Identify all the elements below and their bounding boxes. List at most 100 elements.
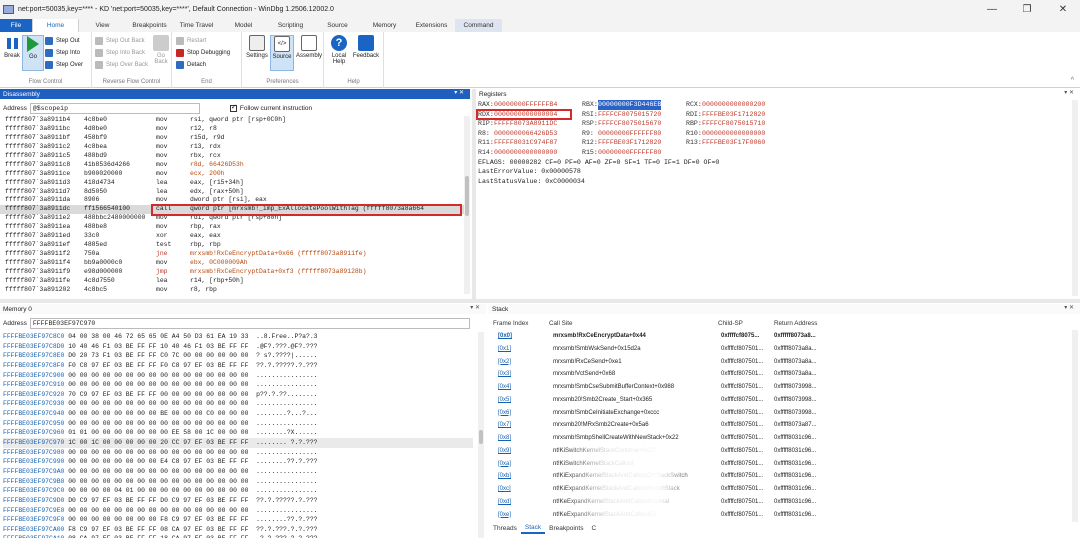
register-value[interactable]: 00000000FFFFFF80	[598, 148, 661, 158]
memory-row[interactable]: FFFFBE03EF97C900 00 00 00 00 00 00 00 00…	[3, 371, 473, 381]
frame-index-link[interactable]: [0x1]	[498, 343, 511, 356]
stack-frame-row[interactable]: [0x0] mrxsmb!RxCeEncryptData+0x44 0xffffcf…	[489, 330, 1069, 343]
disassembly-line[interactable]: fffff807`3a8911f9 e98d000000 jmp mrxsmb!RxC…	[0, 268, 470, 277]
restart-button[interactable]: Restart	[176, 35, 206, 46]
stack-frame-row[interactable]: [0x6] mrxsmb!SmbCeInitiateExchange+0xccc 0…	[489, 407, 1069, 420]
memory-row[interactable]: FFFFBE03EF97C960 01 01 00 00 00 00 00 00…	[3, 428, 473, 438]
memory-row[interactable]: FFFFBE03EF97C9C0 00 00 00 00 04 01 00 00…	[3, 486, 473, 496]
disassembly-address-input[interactable]: @$scopeip	[29, 102, 200, 114]
memory-row[interactable]: FFFFBE03EF97C980 00 00 00 00 00 00 00 00…	[3, 448, 473, 458]
frame-index-link[interactable]: [0xd]	[498, 496, 511, 509]
minimize-icon[interactable]: —	[975, 0, 1009, 19]
stack-frame-row[interactable]: [0x4] mrxsmb!SmbCseSubmitBufferContext+0x…	[489, 381, 1069, 394]
frame-index-link[interactable]: [0xb]	[498, 470, 511, 483]
memory-panel-header[interactable]: Memory 0 ▾ ✕	[0, 304, 486, 314]
menu-tab-home[interactable]: Home	[32, 19, 79, 32]
memory-row[interactable]: FFFFBE03EF97C920 70 C9 97 EF 03 BE FF FF…	[3, 390, 473, 400]
memory-row[interactable]: FFFFBE03EF97C940 00 00 00 00 00 00 00 00…	[3, 409, 473, 419]
disassembly-line[interactable]: fffff807`3a8911d7 8d5050 lea edx, [rax+50h]	[0, 188, 470, 197]
stack-panel-header[interactable]: Stack ▾ ✕	[489, 304, 1080, 314]
frame-index-link[interactable]: [0x6]	[498, 407, 511, 420]
register-value[interactable]: FFFFCF8075015720	[598, 110, 661, 120]
menu-tab-source[interactable]: Source	[314, 19, 361, 32]
stack-frame-row[interactable]: [0x3] mrxsmb!VctSend+0x68 0xffffcf807501..…	[489, 368, 1069, 381]
frame-index-link[interactable]: [0xa]	[498, 458, 511, 471]
stack-frame-row[interactable]: [0x2] mrxsmb!RxCeSend+0xe1 0xffffcf807501.…	[489, 356, 1069, 369]
memory-row[interactable]: FFFFBE03EF97C9E0 00 00 00 00 00 00 00 00…	[3, 506, 473, 516]
vertical-splitter[interactable]	[472, 89, 476, 299]
go-button[interactable]: Go	[22, 35, 44, 71]
memory-row[interactable]: FFFFBE03EF97C970 1C 00 1C 00 00 00 00 00…	[3, 438, 473, 448]
settings-button[interactable]: Settings	[245, 35, 269, 71]
register-value[interactable]: 0000000000000200	[702, 100, 765, 110]
memory-row[interactable]: FFFFBE03EF97C8C0 04 00 38 00 46 72 65 65…	[3, 332, 473, 342]
call-site-header[interactable]: Call Site	[549, 320, 572, 327]
disassembly-line[interactable]: fffff807`3a8911ed 33c0 xor eax, eax	[0, 232, 470, 241]
register-value[interactable]: FFFFBE03F1712820	[702, 110, 765, 120]
memory-row[interactable]: FFFFBE03EF97C8E0 D0 20 73 F1 03 BE FF FF…	[3, 351, 473, 361]
memory-row[interactable]: FFFFBE03EF97C8D0 10 40 46 F1 03 BE FF FF…	[3, 342, 473, 352]
memory-row[interactable]: FFFFBE03EF97C9D0 D0 C9 97 EF 03 BE FF FF…	[3, 496, 473, 506]
frame-index-link[interactable]: [0xe]	[498, 509, 511, 522]
step-into-back-button[interactable]: Step Into Back	[95, 47, 145, 58]
step-over-back-button[interactable]: Step Over Back	[95, 59, 148, 70]
memory-row[interactable]: FFFFBE03EF97C910 00 00 00 00 00 00 00 00…	[3, 380, 473, 390]
memory-row[interactable]: FFFFBE03EF97C8F0 F0 C8 97 EF 03 BE FF FF…	[3, 361, 473, 371]
frame-index-link[interactable]: [0x8]	[498, 432, 511, 445]
collapse-ribbon-icon[interactable]: ^	[1071, 77, 1074, 84]
disassembly-panel-header[interactable]: Disassembly ▾ ✕	[0, 89, 470, 99]
registers-scrollbar[interactable]	[1072, 100, 1078, 296]
menu-tab-file[interactable]: File	[0, 19, 32, 32]
stack-frame-row[interactable]: [0x7] mrxsmb20!MRxSmb2Create+0x5a6 0xffffc…	[489, 419, 1069, 432]
disassembly-line[interactable]: fffff807`3a8911d3 418d4734 lea eax, [r15+34…	[0, 179, 470, 188]
memory-row[interactable]: FFFFBE03EF97C9B0 00 00 00 00 00 00 00 00…	[3, 477, 473, 487]
memory-scrollbar[interactable]	[478, 332, 484, 538]
memory-row[interactable]: FFFFBE03EF97C950 00 00 00 00 00 00 00 00…	[3, 419, 473, 429]
disassembly-line[interactable]: fffff807`3a8911f2 750a jne mrxsmb!RxCeEncry…	[0, 250, 470, 259]
frame-index-link[interactable]: [0x7]	[498, 419, 511, 432]
frame-index-link[interactable]: [0x5]	[498, 394, 511, 407]
memory-address-input[interactable]: FFFFBE03EF97C970	[29, 317, 470, 329]
menu-tab-breakpoints[interactable]: Breakpoints	[126, 19, 173, 32]
detach-button[interactable]: Detach	[176, 59, 206, 70]
step-over-button[interactable]: Step Over	[45, 59, 83, 70]
disassembly-line[interactable]: fffff807`3a8911b4 4c8be0 mov rsi, qword ptr…	[0, 116, 470, 125]
memory-row[interactable]: FFFFBE03EF97C990 00 00 00 00 00 00 00 00…	[3, 457, 473, 467]
menu-tab-extensions[interactable]: Extensions	[408, 19, 455, 32]
menu-tab-view[interactable]: View	[79, 19, 126, 32]
menu-tab-model[interactable]: Model	[220, 19, 267, 32]
memory-panel-buttons[interactable]: ▾ ✕	[470, 304, 480, 311]
register-value[interactable]: FFFFF8073A8911DC	[494, 119, 557, 129]
disassembly-line[interactable]: fffff807`3a8911c2 4c8bea mov r13, rdx	[0, 143, 470, 152]
tab-stack[interactable]: Stack	[520, 522, 546, 534]
register-value[interactable]: FFFFF8031C974F87	[494, 138, 557, 148]
frame-index-link[interactable]: [0x2]	[498, 356, 511, 369]
register-value[interactable]: 00000000FFFFFF80	[598, 129, 661, 139]
register-value[interactable]: FFFFCF8075015670	[598, 119, 661, 129]
register-value[interactable]: FFFFBE03F1712820	[598, 138, 661, 148]
disassembly-line[interactable]: fffff807`3a8911c8 41b8536d4266 mov r8d, 664…	[0, 161, 470, 170]
menu-tab-time-travel[interactable]: Time Travel	[173, 19, 220, 32]
register-value[interactable]: FFFFCF8075015710	[702, 119, 765, 129]
stop-debugging-button[interactable]: Stop Debugging	[176, 47, 230, 58]
registers-panel-buttons[interactable]: ▾ ✕	[1064, 89, 1074, 96]
disassembly-panel-buttons[interactable]: ▾ ✕	[454, 89, 464, 96]
source-mode-button[interactable]: </> Source	[270, 35, 294, 71]
memory-row[interactable]: FFFFBE03EF97C9A0 00 00 00 00 00 00 00 00…	[3, 467, 473, 477]
registers-panel-header[interactable]: Registers ▾ ✕	[476, 89, 1080, 99]
register-value[interactable]: FFFFBE03F17F0060	[702, 138, 765, 148]
tab-c[interactable]: C	[587, 522, 600, 534]
memory-row[interactable]: FFFFBE03EF97CA00 F8 C9 97 EF 03 BE FF FF…	[3, 525, 473, 535]
stack-frame-row[interactable]: [0x5] mrxsmb20!Smb2Create_Start+0x365 0xff…	[489, 394, 1069, 407]
frame-index-link[interactable]: [0x3]	[498, 368, 511, 381]
frame-index-link[interactable]: [0x0]	[498, 330, 512, 343]
step-out-button[interactable]: Step Out	[45, 35, 80, 46]
register-value[interactable]: 0000000000000000	[494, 148, 557, 158]
assembly-mode-button[interactable]: Assembly	[296, 35, 322, 71]
frame-index-link[interactable]: [0x9]	[498, 445, 511, 458]
tab-breakpoints[interactable]: Breakpoints	[545, 522, 587, 534]
menu-tab-scripting[interactable]: Scripting	[267, 19, 314, 32]
tab-threads[interactable]: Threads	[489, 522, 521, 534]
close-icon[interactable]: ✕	[1046, 0, 1080, 19]
disassembly-line[interactable]: fffff807`3a8911fe 4c8d7550 lea r14, [rbp+50…	[0, 277, 470, 286]
